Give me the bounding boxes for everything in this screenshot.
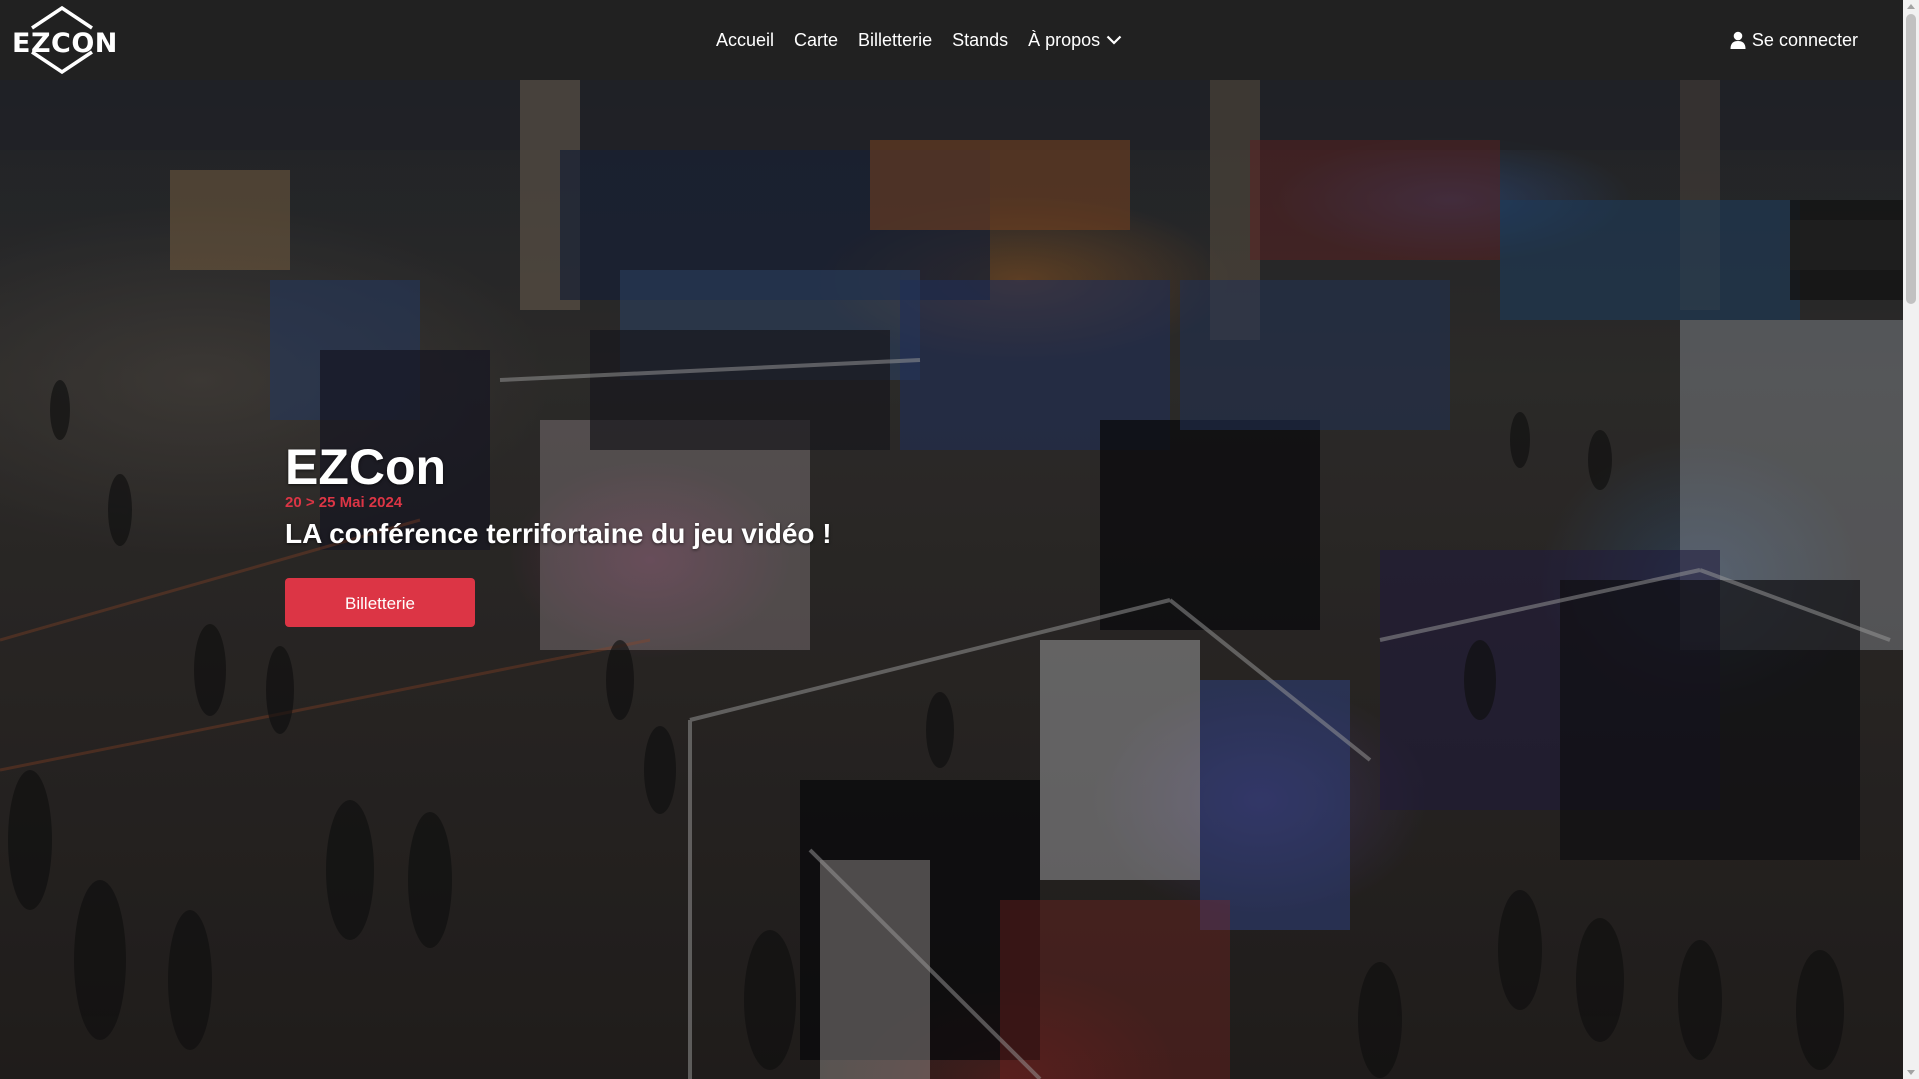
page: EZCON Accueil Carte Billetterie Stands À… xyxy=(0,0,1919,1079)
nav-link-carte[interactable]: Carte xyxy=(794,30,838,51)
logo-text: EZCON xyxy=(12,28,118,59)
scroll-up-arrow-icon[interactable] xyxy=(1907,4,1915,9)
hero-subtitle: LA conférence terrifortaine du jeu vidéo… xyxy=(285,518,832,549)
scrollbar[interactable] xyxy=(1903,0,1919,1079)
chevron-down-icon xyxy=(1106,35,1122,45)
login-label: Se connecter xyxy=(1751,29,1858,50)
nav-link-stands[interactable]: Stands xyxy=(952,30,1008,51)
nav-link-accueil[interactable]: Accueil xyxy=(716,30,774,51)
user-icon xyxy=(1730,31,1746,49)
scroll-thumb[interactable] xyxy=(1906,14,1916,304)
navbar: EZCON Accueil Carte Billetterie Stands À… xyxy=(0,0,1903,80)
hero-title: EZCon xyxy=(285,439,447,495)
nav-link-billetterie[interactable]: Billetterie xyxy=(858,30,932,51)
hero-content: EZCon 20 > 25 Mai 2024 LA conférence ter… xyxy=(285,440,832,627)
scroll-down-arrow-icon[interactable] xyxy=(1907,1070,1915,1075)
login-button[interactable]: Se connecter xyxy=(1730,0,1858,80)
hero-date: 20 > 25 Mai 2024 xyxy=(285,494,403,511)
nav-dropdown-a-propos[interactable]: À propos xyxy=(1028,30,1122,51)
billetterie-button[interactable]: Billetterie xyxy=(285,578,475,627)
main-nav: Accueil Carte Billetterie Stands À propo… xyxy=(716,0,1122,80)
nav-dropdown-label: À propos xyxy=(1028,29,1101,50)
logo[interactable]: EZCON xyxy=(12,6,118,74)
